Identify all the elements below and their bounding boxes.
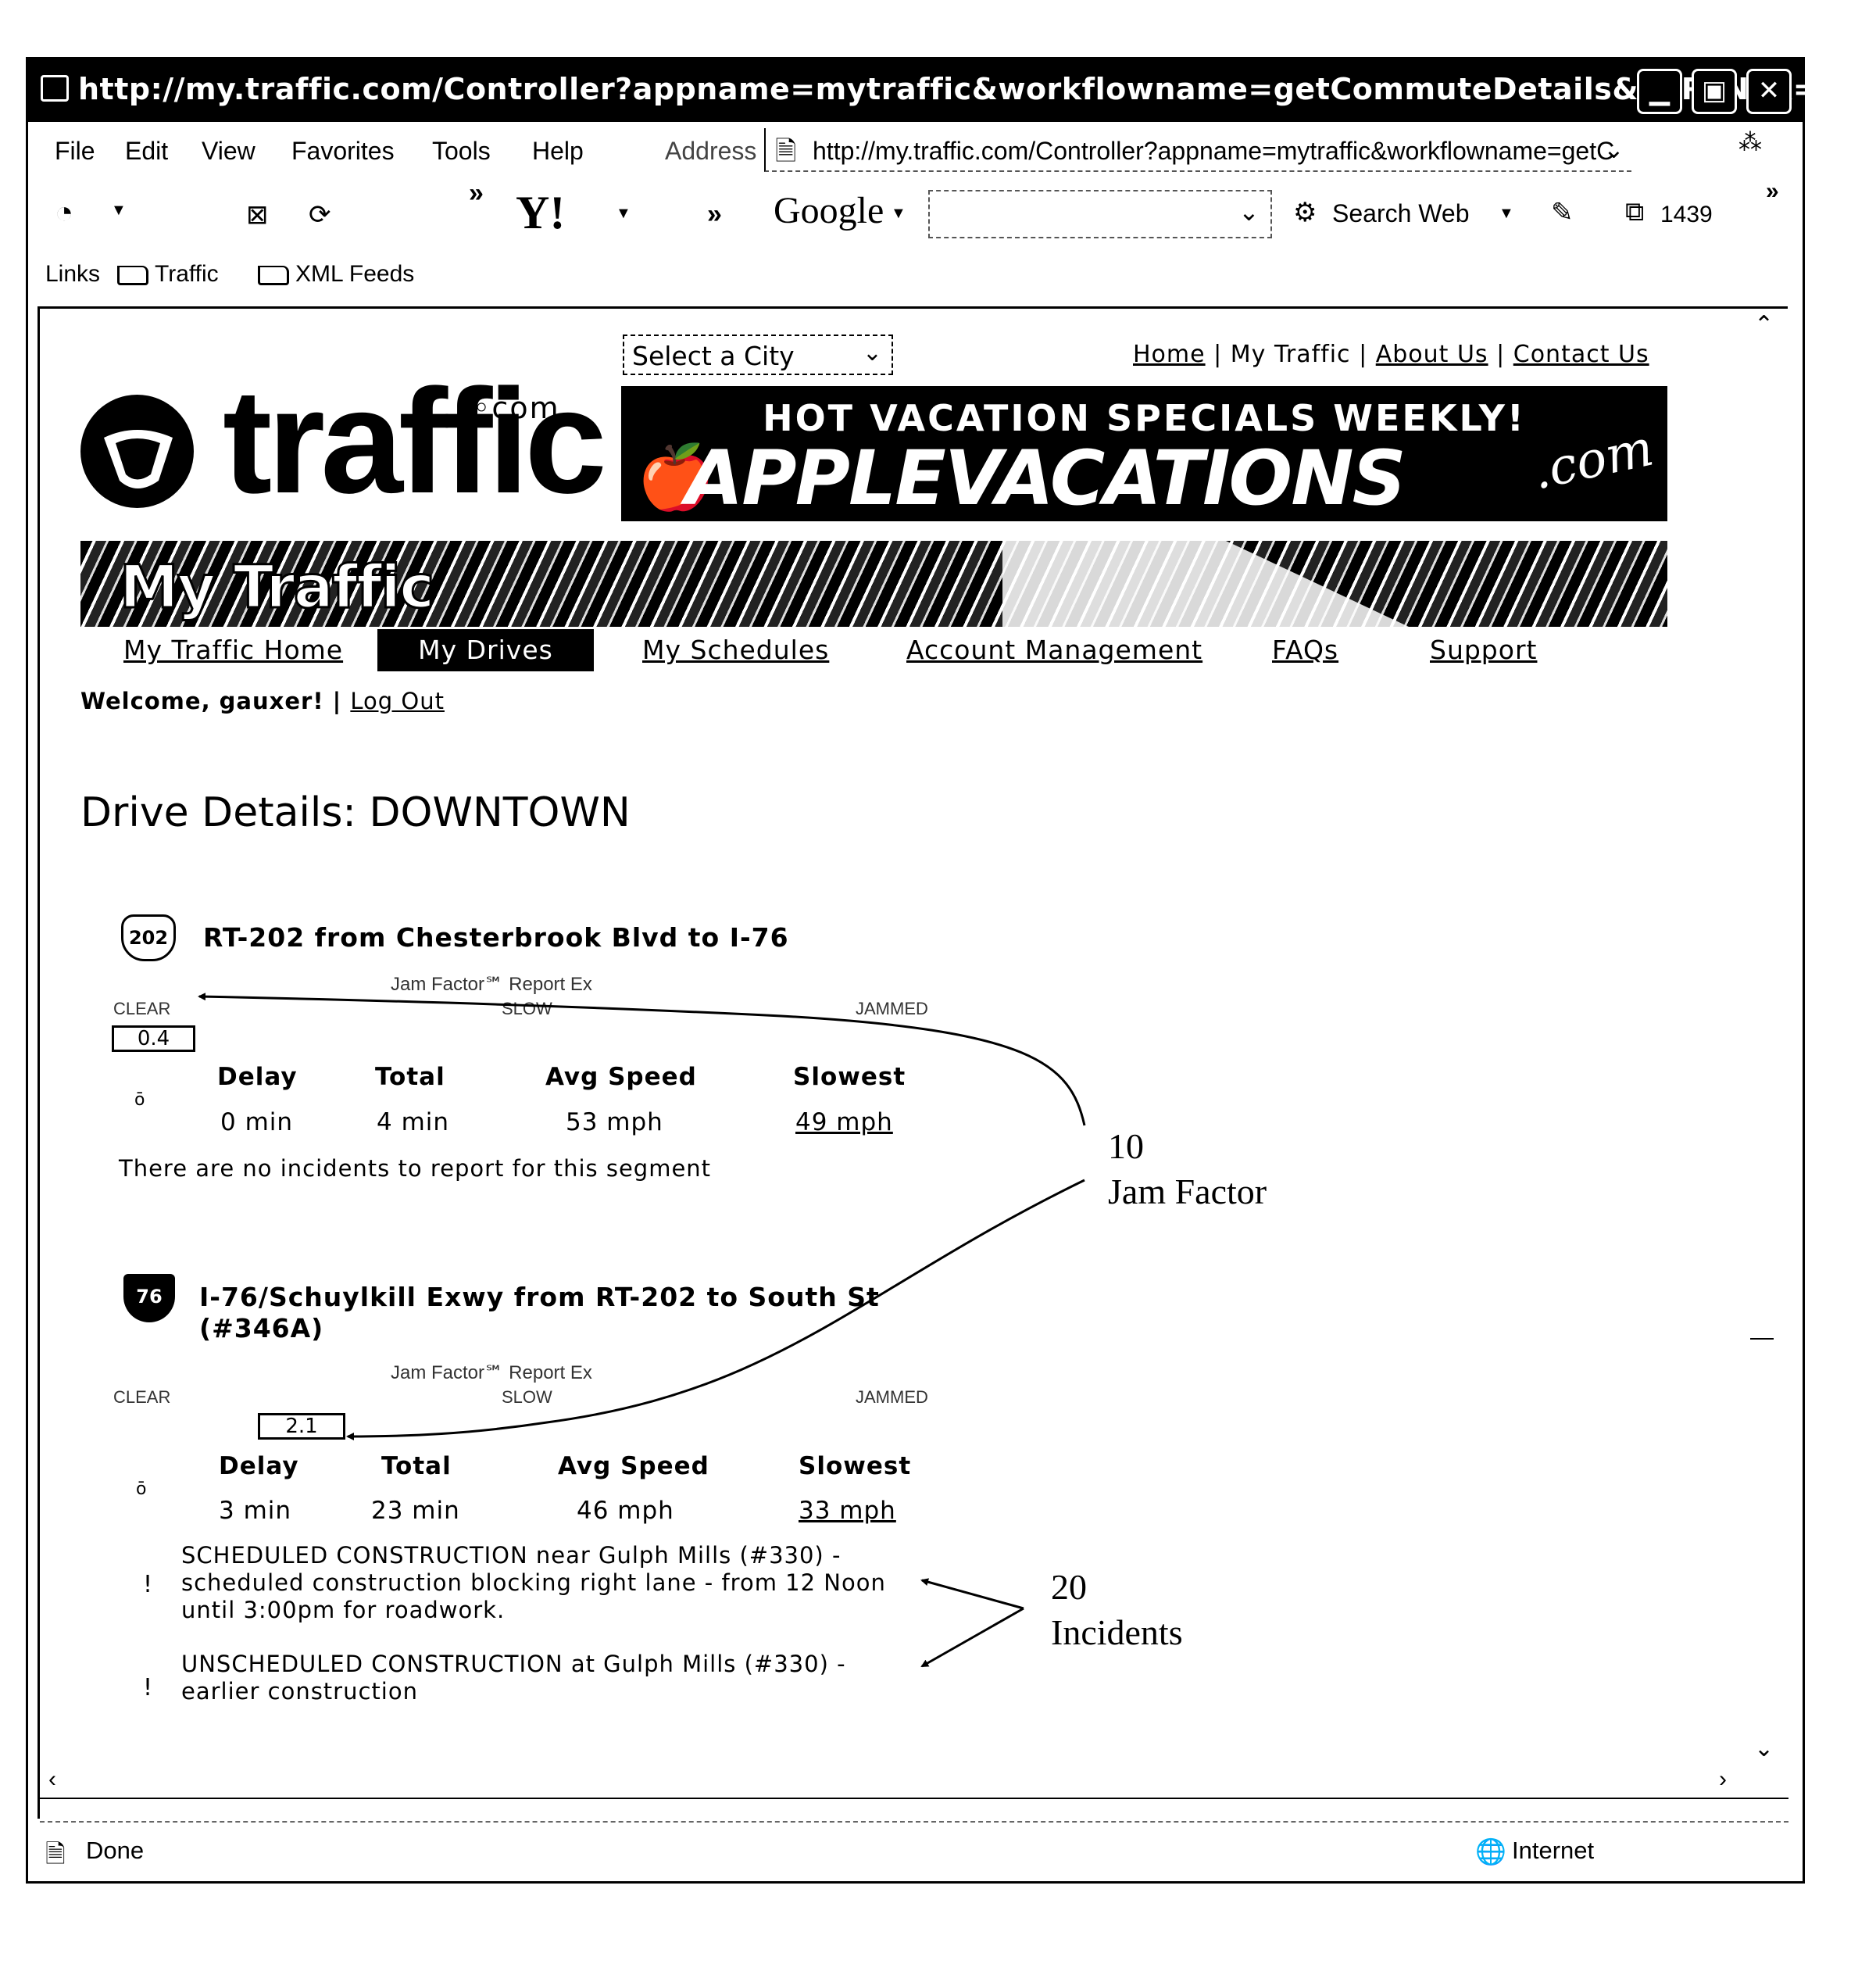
horizontal-scrollbar[interactable] bbox=[40, 1798, 1788, 1799]
leader-jam-factor-2 bbox=[346, 1179, 1085, 1440]
vertical-scrollbar-thumb[interactable] bbox=[1750, 1338, 1774, 1340]
scroll-down-button[interactable]: ⌄ bbox=[1754, 1735, 1774, 1762]
leader-incidents-2 bbox=[920, 1607, 1024, 1668]
leader-incidents-1 bbox=[920, 1578, 1024, 1610]
page-status-icon: 🗎 bbox=[45, 1840, 66, 1868]
annotation-leader-lines bbox=[198, 993, 1086, 1668]
scroll-up-button[interactable]: ⌃ bbox=[1754, 311, 1774, 338]
status-text: Done bbox=[86, 1837, 145, 1864]
scroll-right-button[interactable]: › bbox=[1719, 1766, 1727, 1793]
internet-zone-icon: 🌐 bbox=[1475, 1837, 1506, 1866]
security-zone: Internet bbox=[1512, 1837, 1595, 1864]
leader-jam-factor-1 bbox=[198, 993, 1086, 1126]
scroll-left-button[interactable]: ‹ bbox=[48, 1766, 56, 1793]
